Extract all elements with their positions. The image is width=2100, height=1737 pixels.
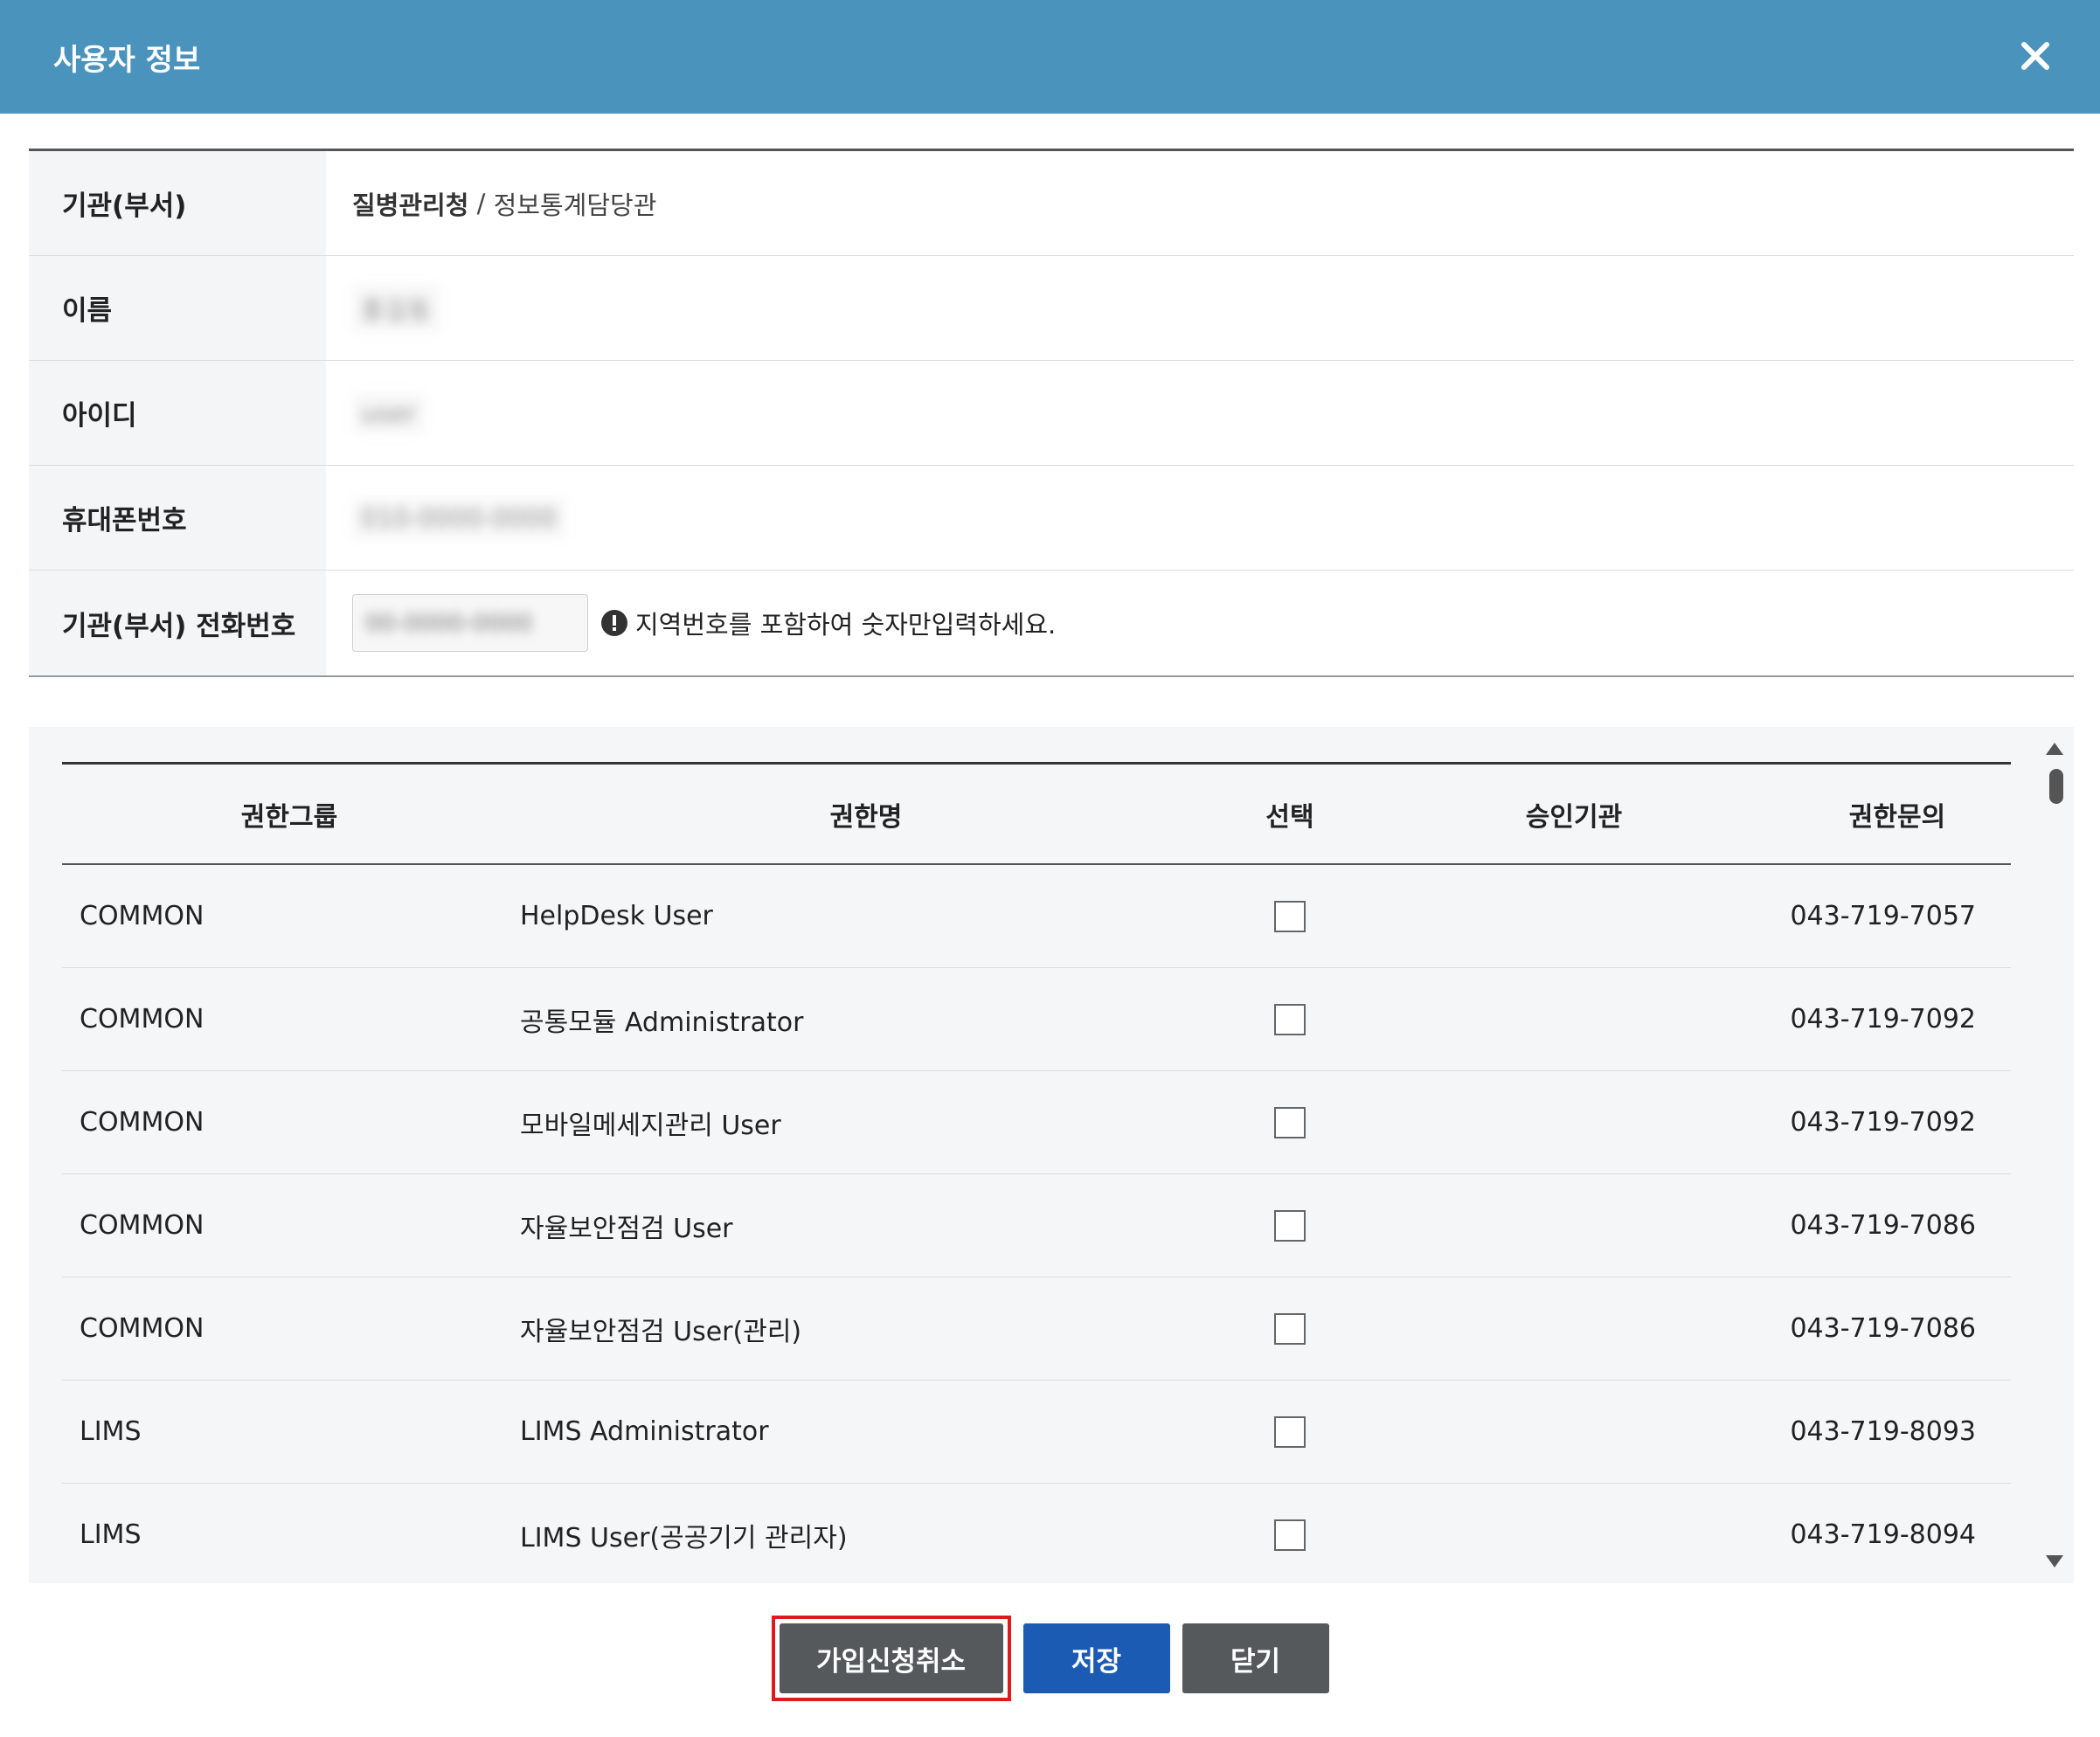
role-checkbox[interactable] (1274, 1209, 1306, 1242)
role-name: LIMS User(공공기기 관리자) (520, 1522, 848, 1554)
role-name: 모바일메세지관리 User (520, 1110, 781, 1141)
role-group: COMMON (80, 1313, 204, 1344)
scroll-up-arrow-icon[interactable] (2046, 743, 2063, 755)
role-group: COMMON (80, 1210, 204, 1241)
header-select: 선택 (1265, 801, 1314, 833)
table-row: COMMON 자율보안점검 User(관리) 043-719-7086 (62, 1277, 2011, 1381)
role-name: LIMS Administrator (520, 1416, 769, 1447)
dialog-actions: 가입신청취소 저장 닫기 (0, 1616, 2100, 1701)
close-button[interactable]: 닫기 (1182, 1623, 1329, 1693)
role-contact: 043-719-8093 (1790, 1416, 1976, 1447)
highlight-frame: 가입신청취소 (771, 1616, 1011, 1701)
tel-input[interactable]: 00-0000-0000 (352, 594, 588, 652)
role-table: 권한그룹 권한명 선택 승인기관 권한문의 COMMON HelpDesk Us… (62, 762, 2011, 1583)
role-checkbox[interactable] (1274, 1312, 1306, 1345)
role-name: HelpDesk User (520, 901, 713, 931)
role-name: 공통모듈 Administrator (520, 1007, 804, 1038)
name-row: 이름 홍길동 (29, 256, 2074, 361)
role-list-scrollbar[interactable] (2039, 727, 2074, 1583)
user-info-dialog: 사용자 정보 기관(부서) 질병관리청 / 정보통계담당관 이름 홍길동 아이디… (0, 0, 2100, 1737)
header-approval-agency: 승인기관 (1525, 801, 1623, 833)
org-value: 질병관리청 / 정보통계담당관 (326, 151, 2074, 255)
role-table-header: 권한그룹 권한명 선택 승인기관 권한문의 (62, 765, 2011, 865)
table-row: LIMS LIMS Administrator 043-719-8093 (62, 1381, 2011, 1484)
role-checkbox[interactable] (1274, 1003, 1306, 1035)
org-dept: 정보통계담당관 (493, 190, 657, 220)
org-separator: / (468, 188, 494, 218)
role-group: LIMS (80, 1416, 142, 1447)
role-checkbox[interactable] (1274, 1415, 1306, 1448)
mobile-row: 휴대폰번호 010-0000-0000 (29, 466, 2074, 571)
id-label: 아이디 (29, 361, 326, 465)
role-name: 자율보안점검 User (520, 1213, 733, 1244)
name-label: 이름 (29, 256, 326, 360)
table-row: COMMON 공통모듈 Administrator 043-719-7092 (62, 968, 2011, 1071)
tel-hint: 지역번호를 포함하여 숫자만입력하세요. (600, 605, 1056, 641)
role-contact: 043-719-7086 (1790, 1313, 1976, 1344)
role-contact: 043-719-7057 (1790, 901, 1976, 931)
role-group: COMMON (80, 1107, 204, 1138)
role-group: COMMON (80, 901, 204, 931)
role-checkbox[interactable] (1274, 1519, 1306, 1551)
scroll-thumb[interactable] (2049, 769, 2063, 804)
role-name: 자율보안점검 User(관리) (520, 1316, 802, 1347)
table-row: COMMON 자율보안점검 User 043-719-7086 (62, 1174, 2011, 1277)
role-list-panel: 권한그룹 권한명 선택 승인기관 권한문의 COMMON HelpDesk Us… (29, 727, 2074, 1583)
tel-row: 기관(부서) 전화번호 00-0000-0000 지역번호를 포함하여 숫자만입… (29, 571, 2074, 675)
header-role-group: 권한그룹 (240, 801, 338, 833)
role-contact: 043-719-7086 (1790, 1210, 1976, 1241)
role-checkbox[interactable] (1274, 1106, 1306, 1138)
mobile-value: 010-0000-0000 (352, 497, 565, 538)
org-name: 질병관리청 (352, 190, 469, 220)
table-row: LIMS LIMS User(공공기기 관리자) 043-719-8094 (62, 1484, 2011, 1583)
save-button[interactable]: 저장 (1022, 1623, 1170, 1693)
table-row: COMMON 모바일메세지관리 User 043-719-7092 (62, 1071, 2011, 1174)
cancel-signup-button[interactable]: 가입신청취소 (779, 1623, 1003, 1693)
role-contact: 043-719-8094 (1790, 1519, 1976, 1550)
header-contact: 권한문의 (1848, 801, 1946, 833)
org-row: 기관(부서) 질병관리청 / 정보통계담당관 (29, 151, 2074, 256)
role-contact: 043-719-7092 (1790, 1107, 1976, 1138)
dialog-header: 사용자 정보 (0, 0, 2100, 114)
table-row: COMMON HelpDesk User 043-719-7057 (62, 865, 2011, 968)
role-group: COMMON (80, 1004, 204, 1035)
mobile-label: 휴대폰번호 (29, 466, 326, 570)
id-value: user (352, 392, 426, 433)
role-group: LIMS (80, 1519, 142, 1550)
id-row: 아이디 user (29, 361, 2074, 466)
info-icon (601, 610, 627, 636)
dialog-title: 사용자 정보 (53, 42, 201, 78)
role-checkbox[interactable] (1274, 900, 1306, 932)
scroll-down-arrow-icon[interactable] (2046, 1555, 2063, 1567)
user-info-table: 기관(부서) 질병관리청 / 정보통계담당관 이름 홍길동 아이디 user 휴… (29, 149, 2074, 677)
name-value: 홍길동 (352, 284, 440, 332)
tel-value: 00-0000-0000 (365, 609, 533, 637)
close-icon[interactable] (2007, 28, 2063, 84)
header-role-name: 권한명 (829, 801, 903, 833)
role-contact: 043-719-7092 (1790, 1004, 1976, 1035)
tel-hint-text: 지역번호를 포함하여 숫자만입력하세요. (635, 610, 1057, 640)
org-label: 기관(부서) (29, 151, 326, 255)
tel-label: 기관(부서) 전화번호 (29, 571, 326, 675)
